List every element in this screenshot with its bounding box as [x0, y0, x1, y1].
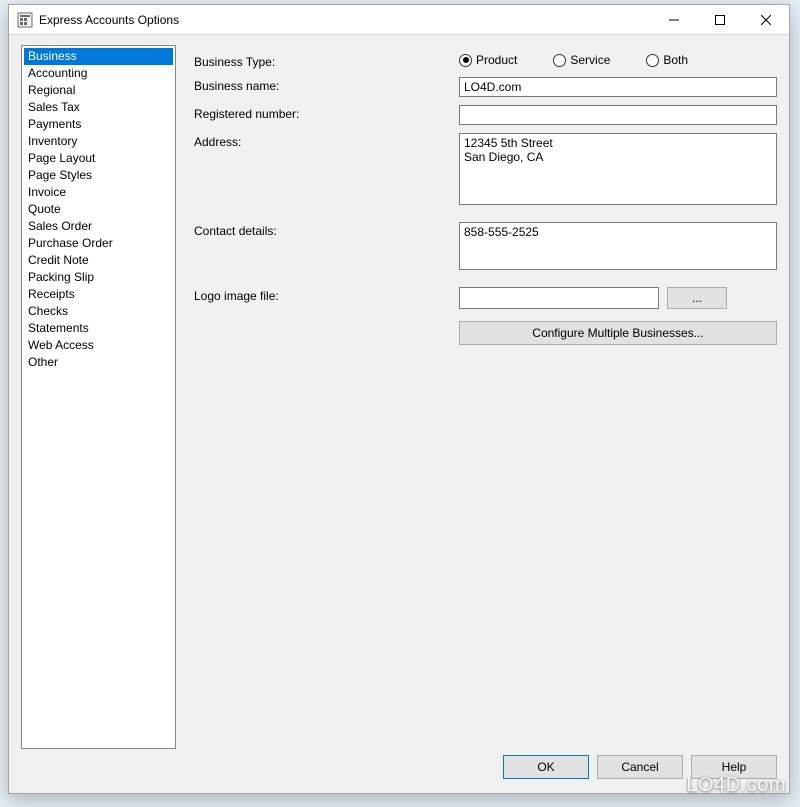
sidebar-item-web-access[interactable]: Web Access [24, 337, 173, 354]
logo-label: Logo image file: [194, 287, 459, 303]
radio-service-label: Service [570, 53, 610, 67]
footer-buttons: OK Cancel Help [9, 755, 789, 793]
browse-button[interactable]: ... [667, 287, 727, 309]
close-button[interactable] [743, 5, 789, 34]
sidebar-item-credit-note[interactable]: Credit Note [24, 252, 173, 269]
cancel-button[interactable]: Cancel [597, 755, 683, 779]
sidebar-item-other[interactable]: Other [24, 354, 173, 371]
sidebar-item-business[interactable]: Business [24, 48, 173, 65]
sidebar[interactable]: Business Accounting Regional Sales Tax P… [21, 45, 176, 749]
radio-service[interactable]: Service [553, 53, 610, 67]
radio-icon [459, 54, 472, 67]
ok-button[interactable]: OK [503, 755, 589, 779]
radio-product-label: Product [476, 53, 517, 67]
sidebar-item-purchase-order[interactable]: Purchase Order [24, 235, 173, 252]
app-icon [17, 12, 33, 28]
window-controls [651, 5, 789, 34]
titlebar: Express Accounts Options [9, 5, 789, 35]
dialog-body: Business Accounting Regional Sales Tax P… [9, 35, 789, 755]
business-name-label: Business name: [194, 77, 459, 93]
sidebar-item-statements[interactable]: Statements [24, 320, 173, 337]
logo-path-input[interactable] [459, 287, 659, 309]
form-panel: Business Type: Product Service Both [194, 45, 777, 749]
sidebar-item-sales-tax[interactable]: Sales Tax [24, 99, 173, 116]
sidebar-item-inventory[interactable]: Inventory [24, 133, 173, 150]
registered-number-label: Registered number: [194, 105, 459, 121]
sidebar-item-payments[interactable]: Payments [24, 116, 173, 133]
radio-icon [553, 54, 566, 67]
radio-product[interactable]: Product [459, 53, 517, 67]
sidebar-item-page-styles[interactable]: Page Styles [24, 167, 173, 184]
sidebar-item-packing-slip[interactable]: Packing Slip [24, 269, 173, 286]
help-button[interactable]: Help [691, 755, 777, 779]
window-title: Express Accounts Options [39, 13, 651, 27]
business-name-input[interactable] [459, 77, 777, 97]
maximize-button[interactable] [697, 5, 743, 34]
radio-icon [646, 54, 659, 67]
sidebar-item-receipts[interactable]: Receipts [24, 286, 173, 303]
registered-number-input[interactable] [459, 105, 777, 125]
business-type-label: Business Type: [194, 53, 459, 69]
minimize-button[interactable] [651, 5, 697, 34]
configure-multiple-businesses-button[interactable]: Configure Multiple Businesses... [459, 321, 777, 345]
sidebar-item-checks[interactable]: Checks [24, 303, 173, 320]
address-label: Address: [194, 133, 459, 149]
radio-both[interactable]: Both [646, 53, 688, 67]
spacer [194, 317, 459, 319]
address-input[interactable]: 12345 5th Street San Diego, CA [459, 133, 777, 205]
contact-input[interactable]: 858-555-2525 [459, 222, 777, 270]
sidebar-item-accounting[interactable]: Accounting [24, 65, 173, 82]
contact-label: Contact details: [194, 222, 459, 238]
radio-both-label: Both [663, 53, 688, 67]
sidebar-item-sales-order[interactable]: Sales Order [24, 218, 173, 235]
sidebar-item-page-layout[interactable]: Page Layout [24, 150, 173, 167]
sidebar-item-regional[interactable]: Regional [24, 82, 173, 99]
business-type-group: Product Service Both [459, 53, 777, 67]
sidebar-item-quote[interactable]: Quote [24, 201, 173, 218]
sidebar-item-invoice[interactable]: Invoice [24, 184, 173, 201]
options-window: Express Accounts Options Business Accoun… [8, 4, 790, 794]
